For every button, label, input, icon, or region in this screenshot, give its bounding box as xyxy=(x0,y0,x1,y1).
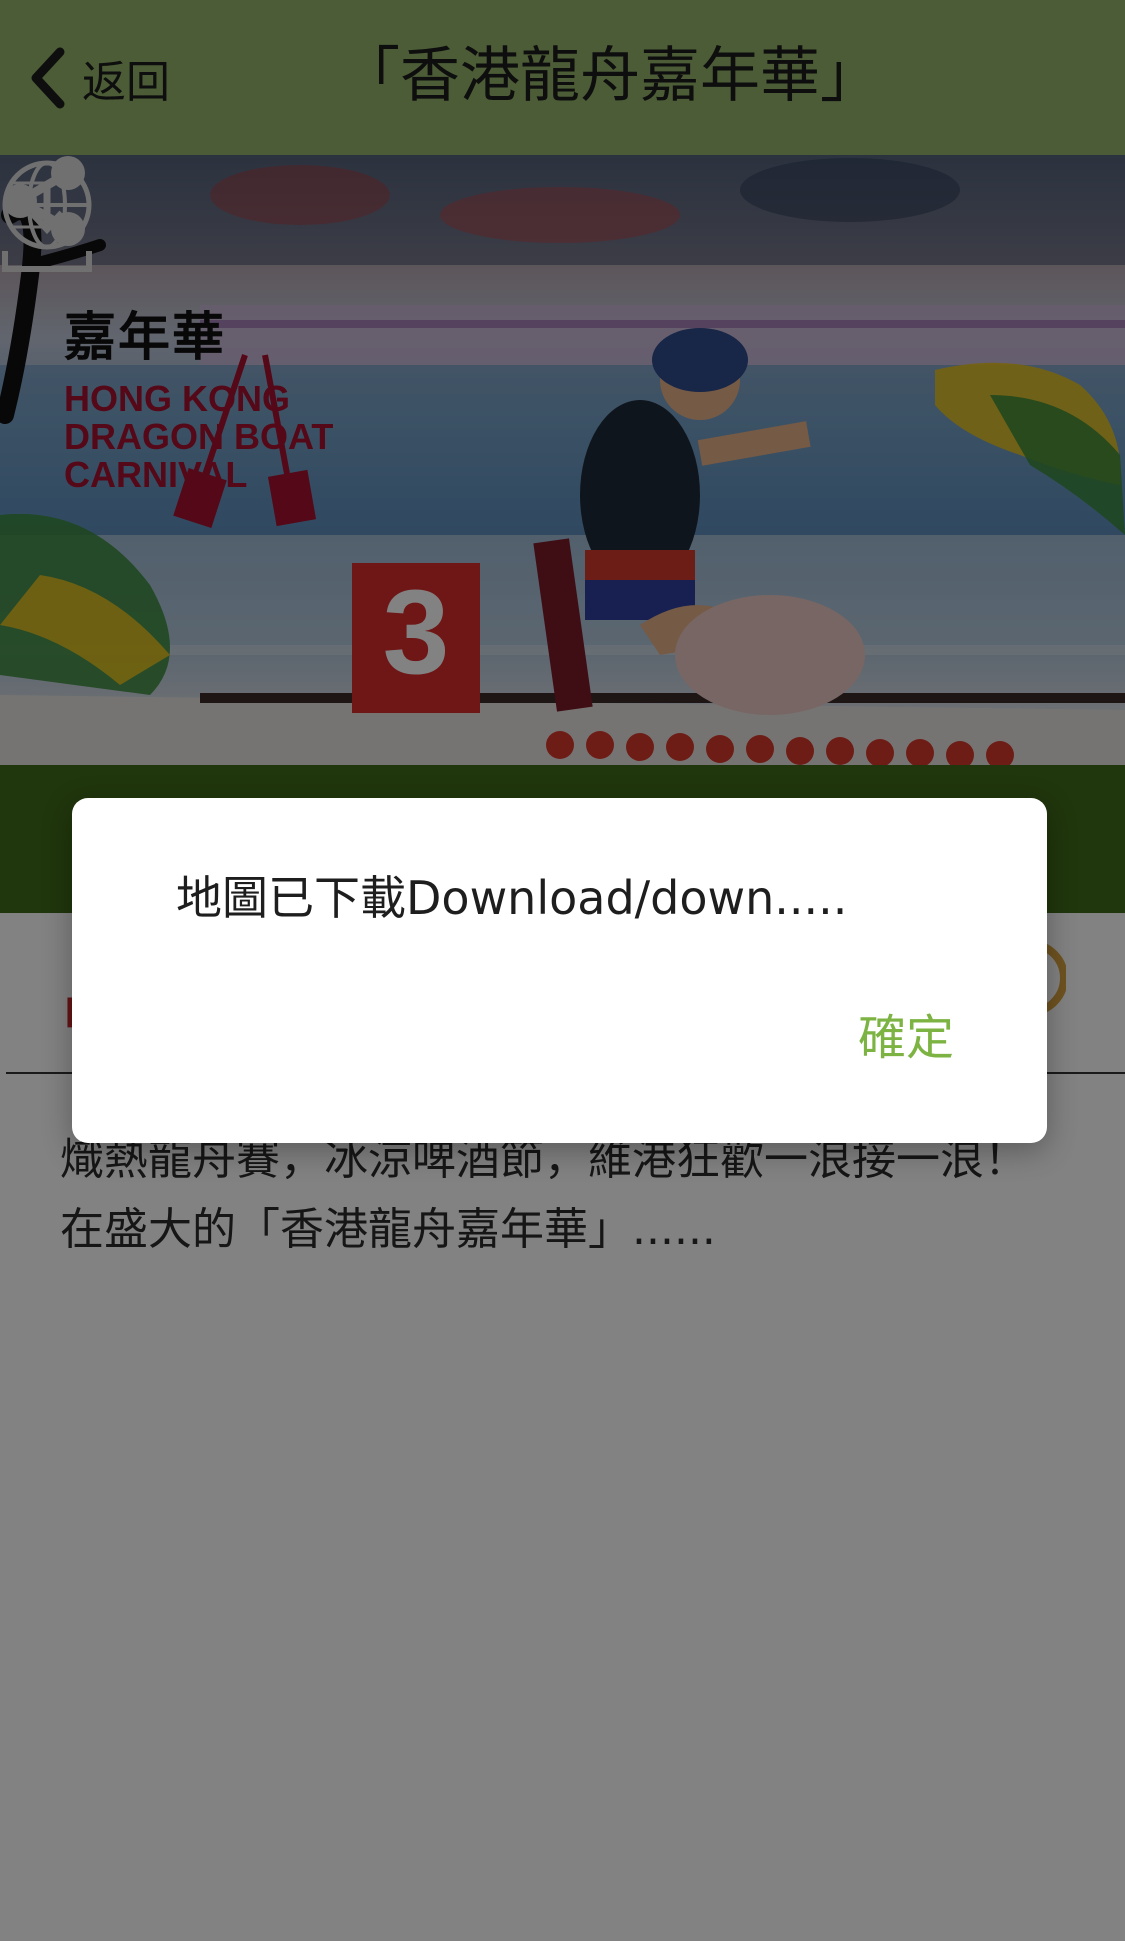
app-screen: 返回 「香港龍舟嘉年華」 3 嘉年華 HONG KONG DRAGON BOAT… xyxy=(0,0,1125,1941)
dialog-message: 地圖已下載Download/down..... xyxy=(176,871,848,925)
download-alert-dialog: 地圖已下載Download/down..... 確定 xyxy=(72,798,1047,1143)
confirm-button[interactable]: 確定 xyxy=(850,988,1010,1078)
